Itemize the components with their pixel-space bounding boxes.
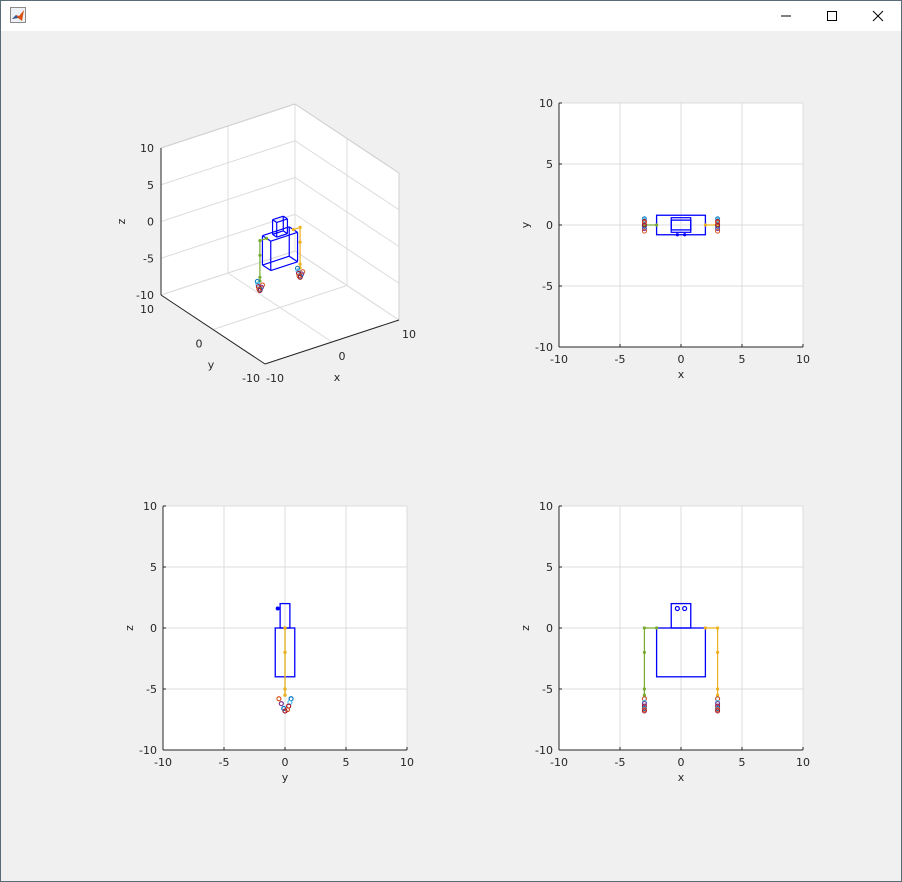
y-tick-label: 10: [143, 500, 157, 513]
axes-side-view[interactable]: -10 -5 0 5 10 -10 -5 0 5 10 y z: [123, 500, 414, 784]
joint-marker: [642, 650, 647, 655]
z-axis-label: z: [115, 218, 128, 224]
x-tick-label: -10: [550, 353, 568, 366]
y-tick-label: 10: [539, 500, 553, 513]
joint-marker: [283, 687, 287, 691]
z-tick-label: -5: [143, 252, 154, 265]
joint-marker: [655, 223, 659, 227]
close-icon: [872, 10, 884, 22]
y-tick-label: -10: [535, 744, 553, 757]
y-tick-label: -10: [535, 341, 553, 354]
joint-marker: [298, 225, 302, 229]
joint-marker: [703, 223, 708, 227]
y-axis-label: z: [519, 625, 532, 631]
y-tick-label: -5: [542, 683, 553, 696]
x-tick-label: -5: [615, 756, 626, 769]
x-tick-label: 10: [402, 328, 416, 341]
axes-top-view[interactable]: -10 -5 0 5 10 -10 -5 0 5 10 x y: [519, 97, 810, 381]
x-axis-label: x: [678, 368, 685, 381]
y-axis-label: y: [519, 221, 532, 228]
z-tick-label: 10: [140, 142, 154, 155]
maximize-button[interactable]: [809, 1, 855, 31]
x-axis-label: y: [282, 771, 289, 784]
y-tick-label: -5: [146, 683, 157, 696]
close-button[interactable]: [855, 1, 901, 31]
x-tick-label: 5: [343, 756, 350, 769]
joint-marker: [283, 626, 287, 630]
joint-marker: [265, 236, 269, 240]
x-tick-label: 0: [678, 353, 685, 366]
z-tick-label: 0: [147, 216, 154, 229]
joint-marker: [298, 240, 302, 244]
title-bar: [1, 1, 901, 31]
y-tick-label: -10: [242, 372, 260, 385]
matlab-logo-icon: [10, 7, 26, 23]
x-tick-label: -10: [154, 756, 172, 769]
joint-marker: [283, 650, 287, 655]
joint-marker: [703, 626, 708, 630]
y-tick-label: 0: [546, 622, 553, 635]
x-tick-label: -10: [550, 756, 568, 769]
eye-marker: [675, 233, 679, 237]
z-tick-label: 5: [147, 179, 154, 192]
y-tick-label: 10: [140, 303, 154, 316]
x-tick-label: 5: [739, 353, 746, 366]
joint-marker: [298, 262, 302, 266]
joint-marker: [716, 626, 720, 630]
joint-marker: [642, 693, 647, 697]
x-tick-label: 10: [796, 756, 810, 769]
x-tick-label: 10: [796, 353, 810, 366]
y-tick-label: 10: [539, 97, 553, 110]
x-tick-label: 10: [400, 756, 414, 769]
x-axis-label: x: [678, 771, 685, 784]
joint-marker: [642, 687, 647, 691]
figure-window: -10 0 10 -10 0 10 -10 -5 0 5 10 x y z -10 -5 0 5 10 -10 -5 0…: [0, 0, 902, 882]
joint-marker: [716, 693, 720, 697]
x-tick-label: 5: [739, 756, 746, 769]
joint-marker: [655, 626, 659, 630]
joint-marker: [283, 693, 287, 697]
joint-marker: [258, 275, 262, 279]
joint-marker: [258, 239, 262, 243]
maximize-icon: [827, 11, 837, 21]
x-tick-label: -5: [219, 756, 230, 769]
y-axis-label: y: [208, 359, 215, 372]
joint-marker: [716, 687, 720, 691]
axes-3d-view[interactable]: -10010-10010-10-50510xyz: [115, 103, 416, 385]
joint-marker: [642, 626, 647, 630]
y-axis-label: z: [123, 625, 136, 631]
joint-marker: [258, 253, 262, 257]
y-tick-label: 5: [546, 158, 553, 171]
eye-marker: [275, 606, 280, 611]
x-tick-label: -10: [266, 372, 284, 385]
joint-marker: [291, 228, 295, 232]
joint-marker: [716, 650, 720, 655]
y-tick-label: -10: [139, 744, 157, 757]
x-tick-label: 0: [282, 756, 289, 769]
y-tick-label: 5: [150, 561, 157, 574]
x-tick-label: 0: [339, 350, 346, 363]
y-tick-label: -5: [542, 280, 553, 293]
x-tick-label: -5: [615, 353, 626, 366]
y-tick-label: 0: [546, 219, 553, 232]
eye-marker: [683, 233, 687, 237]
y-tick-label: 0: [196, 338, 203, 351]
y-tick-label: 5: [546, 561, 553, 574]
minimize-icon: [781, 15, 791, 17]
figure-canvas: -10010-10010-10-50510xyz -10 -5 0 5 10-10-50…: [115, 97, 810, 784]
z-tick-label: -10: [136, 289, 154, 302]
y-tick-label: 0: [150, 622, 157, 635]
x-axis-label: x: [334, 371, 341, 384]
minimize-button[interactable]: [763, 1, 809, 31]
axes-front-view[interactable]: -10 -5 0 5 10 -10 -5 0 5 10 x z: [519, 500, 810, 784]
x-tick-label: 0: [678, 756, 685, 769]
